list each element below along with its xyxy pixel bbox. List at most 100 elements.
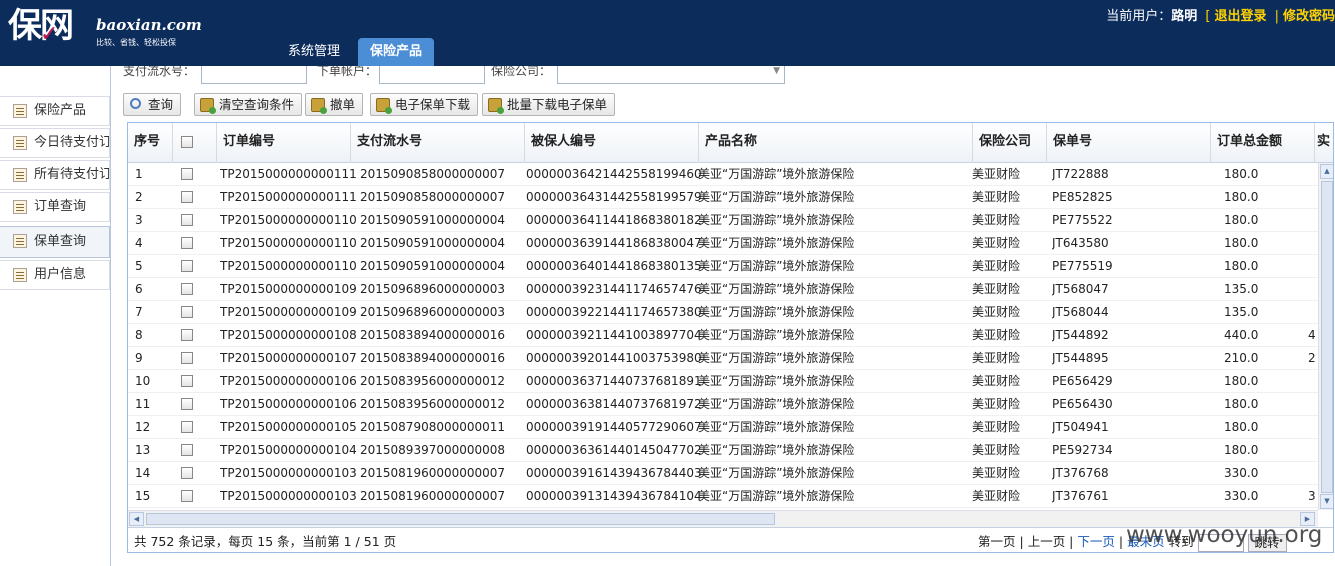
cancel-order-button[interactable]: 撤单 xyxy=(305,93,364,116)
table-row[interactable]: 9 TP2015000000000107 2015083894000000016 00… xyxy=(128,347,1318,370)
scroll-thumb[interactable] xyxy=(146,513,775,525)
sidebar-item-user-info[interactable]: 用户信息 xyxy=(0,260,110,290)
scroll-up-icon[interactable]: ▲ xyxy=(1320,164,1333,179)
sidebar-item-order-query[interactable]: 订单查询 xyxy=(0,192,110,222)
table-row[interactable]: 6 TP2015000000000109 2015096896000000003 00… xyxy=(128,278,1318,301)
pay-serial-input[interactable] xyxy=(201,66,307,84)
cell-insured-no: 00000039221441174657380 xyxy=(526,305,702,319)
col-header-pay-serial[interactable]: 支付流水号 xyxy=(351,123,525,163)
row-checkbox[interactable] xyxy=(181,168,193,180)
cell-amount: 180.0 xyxy=(1224,259,1259,273)
cell-product-name: 美亚“万国游踪”境外旅游保险 xyxy=(698,213,855,227)
vertical-scrollbar[interactable]: ▲ ▼ xyxy=(1318,163,1333,510)
cell-company: 美亚财险 xyxy=(972,420,1021,434)
tab-insurance-products[interactable]: 保险产品 xyxy=(358,38,435,66)
scroll-thumb[interactable] xyxy=(1321,181,1333,493)
cell-insured-no: 00000036381440737681972 xyxy=(526,397,702,411)
row-checkbox[interactable] xyxy=(181,421,193,433)
tab-system-management[interactable]: 系统管理 xyxy=(276,38,352,66)
table-row[interactable]: 14 TP2015000000000103 2015081960000000007 0… xyxy=(128,462,1318,485)
row-checkbox[interactable] xyxy=(181,467,193,479)
row-checkbox[interactable] xyxy=(181,444,193,456)
cell-order-no: TP2015000000000105 xyxy=(220,420,357,434)
cell-policy-no: JT544895 xyxy=(1052,351,1109,365)
cell-pay-serial: 2015083894000000016 xyxy=(360,351,506,365)
company-select[interactable]: ▼ xyxy=(557,66,785,84)
table-row[interactable]: 7 TP2015000000000109 2015096896000000003 00… xyxy=(128,301,1318,324)
row-checkbox[interactable] xyxy=(181,490,193,502)
cell-pay-serial: 2015090858000000007 xyxy=(360,167,506,181)
cell-order-no: TP2015000000000103 xyxy=(220,466,357,480)
cell-row-no: 2 xyxy=(135,190,143,204)
row-checkbox[interactable] xyxy=(181,352,193,364)
col-header-actual[interactable]: 实 xyxy=(1315,123,1333,163)
table-row[interactable]: 5 TP2015000000000110 2015090591000000004 00… xyxy=(128,255,1318,278)
user-bar: 当前用户：路明 [退出登录 | 修改密码 xyxy=(1106,5,1335,24)
cell-company: 美亚财险 xyxy=(972,305,1021,319)
table-row[interactable]: 12 TP2015000000000105 2015087908000000011 0… xyxy=(128,416,1318,439)
cell-insured-no: 00000039161439436784403 xyxy=(526,466,702,480)
cell-amount: 135.0 xyxy=(1224,305,1259,319)
select-all-checkbox[interactable] xyxy=(181,135,193,148)
next-page-link[interactable]: 下一页 xyxy=(1077,534,1115,549)
table-row[interactable]: 15 TP2015000000000103 2015081960000000007 0… xyxy=(128,485,1318,508)
clear-button[interactable]: 清空查询条件 xyxy=(194,93,303,116)
sidebar-item-policy-query[interactable]: 保单查询 xyxy=(0,226,110,258)
col-header-insured-no[interactable]: 被保人编号 xyxy=(525,123,699,163)
search-icon xyxy=(130,98,141,109)
col-header-amount[interactable]: 订单总金额 xyxy=(1211,123,1315,163)
cell-row-no: 3 xyxy=(135,213,143,227)
cell-company: 美亚财险 xyxy=(972,489,1021,503)
cell-row-no: 5 xyxy=(135,259,143,273)
logo[interactable]: 保网 ✓ baoxian.com 比较、省钱、轻松投保 xyxy=(8,6,202,47)
table-row[interactable]: 13 TP2015000000000104 2015089397000000008 0… xyxy=(128,439,1318,462)
sidebar-item-label: 订单查询 xyxy=(34,199,87,214)
cell-policy-no: JT722888 xyxy=(1052,167,1109,181)
logout-link[interactable]: 退出登录 xyxy=(1214,9,1266,24)
row-checkbox[interactable] xyxy=(181,260,193,272)
col-header-company[interactable]: 保险公司 xyxy=(973,123,1047,163)
col-header-no[interactable]: 序号 xyxy=(128,123,173,163)
sidebar-item-insurance-products[interactable]: 保险产品 xyxy=(0,96,110,126)
download-policy-button[interactable]: 电子保单下载 xyxy=(370,93,479,116)
table-row[interactable]: 4 TP2015000000000110 2015090591000000004 00… xyxy=(128,232,1318,255)
row-checkbox[interactable] xyxy=(181,306,193,318)
cell-policy-no: JT504941 xyxy=(1052,420,1109,434)
cell-company: 美亚财险 xyxy=(972,282,1021,296)
scroll-down-icon[interactable]: ▼ xyxy=(1320,494,1333,509)
row-checkbox[interactable] xyxy=(181,283,193,295)
order-account-input[interactable] xyxy=(379,66,485,84)
change-password-link[interactable]: 修改密码 xyxy=(1283,9,1335,24)
query-button[interactable]: 查询 xyxy=(123,93,182,116)
scroll-left-icon[interactable]: ◀ xyxy=(129,512,144,526)
table-row[interactable]: 10 TP2015000000000106 2015083956000000012 0… xyxy=(128,370,1318,393)
sidebar-item-today-unpaid[interactable]: 今日待支付订单 xyxy=(0,128,110,158)
first-page-link[interactable]: 第一页 xyxy=(978,534,1016,549)
cell-product-name: 美亚“万国游踪”境外旅游保险 xyxy=(698,420,855,434)
col-header-product[interactable]: 产品名称 xyxy=(699,123,973,163)
table-row[interactable]: 11 TP2015000000000106 2015083956000000012 0… xyxy=(128,393,1318,416)
table-row[interactable]: 3 TP2015000000000110 2015090591000000004 00… xyxy=(128,209,1318,232)
cell-order-no: TP2015000000000111 xyxy=(220,167,357,181)
prev-page-link[interactable]: 上一页 xyxy=(1028,534,1066,549)
row-checkbox[interactable] xyxy=(181,375,193,387)
cell-insured-no: 00000039191440577290607 xyxy=(526,420,702,434)
table-row[interactable]: 8 TP2015000000000108 2015083894000000016 00… xyxy=(128,324,1318,347)
cell-product-name: 美亚“万国游踪”境外旅游保险 xyxy=(698,190,855,204)
table-row[interactable]: 2 TP2015000000000111 2015090858000000007 00… xyxy=(128,186,1318,209)
cell-amount: 180.0 xyxy=(1224,420,1259,434)
col-header-policy-no[interactable]: 保单号 xyxy=(1047,123,1211,163)
sidebar-item-all-unpaid[interactable]: 所有待支付订单 xyxy=(0,160,110,190)
col-header-order-no[interactable]: 订单编号 xyxy=(217,123,351,163)
cell-product-name: 美亚“万国游踪”境外旅游保险 xyxy=(698,374,855,388)
row-checkbox[interactable] xyxy=(181,398,193,410)
cell-amount: 180.0 xyxy=(1224,374,1259,388)
row-checkbox[interactable] xyxy=(181,237,193,249)
cell-row-no: 15 xyxy=(135,489,151,503)
cell-order-no: TP2015000000000103 xyxy=(220,489,357,503)
row-checkbox[interactable] xyxy=(181,191,193,203)
batch-download-button[interactable]: 批量下载电子保单 xyxy=(482,93,616,116)
row-checkbox[interactable] xyxy=(181,214,193,226)
table-row[interactable]: 1 TP2015000000000111 2015090858000000007 00… xyxy=(128,163,1318,186)
row-checkbox[interactable] xyxy=(181,329,193,341)
